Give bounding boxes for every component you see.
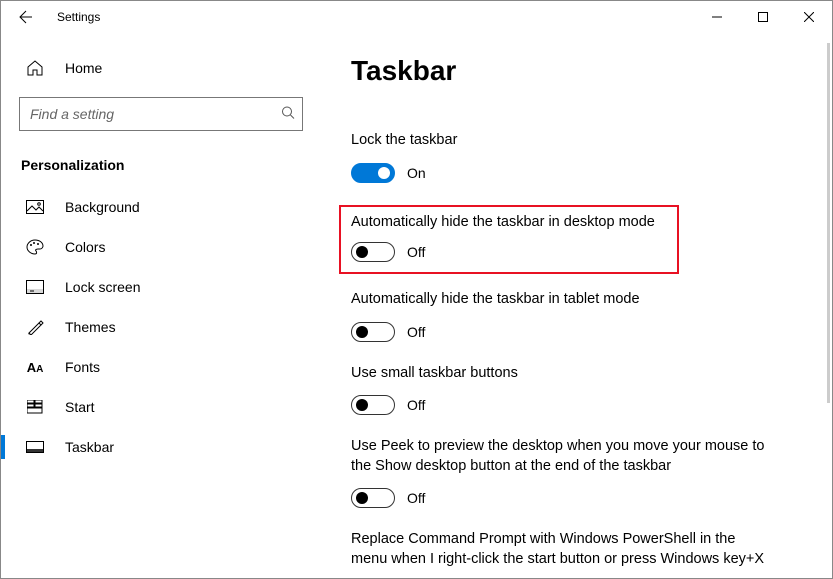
page-title: Taskbar (351, 55, 802, 87)
toggle-state: Off (407, 244, 425, 260)
nav-label: Lock screen (65, 279, 140, 295)
app-title: Settings (57, 10, 100, 24)
toggle-small-buttons[interactable] (351, 395, 395, 415)
toggle-state: On (407, 165, 426, 181)
nav-label: Start (65, 399, 95, 415)
sidebar-item-themes[interactable]: Themes (1, 307, 321, 347)
setting-small-buttons: Use small taskbar buttons Off (351, 364, 771, 416)
palette-icon (25, 239, 45, 255)
setting-label: Use Peek to preview the desktop when you… (351, 437, 771, 476)
start-icon (25, 400, 45, 414)
sidebar-item-taskbar[interactable]: Taskbar (1, 427, 321, 467)
taskbar-icon (25, 441, 45, 453)
search-input[interactable] (19, 97, 303, 131)
close-icon (804, 12, 814, 22)
lockscreen-icon (25, 280, 45, 294)
toggle-auto-hide-tablet[interactable] (351, 322, 395, 342)
window-controls (694, 1, 832, 33)
setting-peek: Use Peek to preview the desktop when you… (351, 437, 771, 508)
sidebar-item-start[interactable]: Start (1, 387, 321, 427)
toggle-state: Off (407, 397, 425, 413)
section-header: Personalization (1, 149, 321, 187)
toggle-state: Off (407, 324, 425, 340)
sidebar: Home Personalization Background Colors L… (1, 33, 321, 578)
sidebar-item-background[interactable]: Background (1, 187, 321, 227)
fonts-icon: AA (25, 360, 45, 375)
search-icon (281, 106, 295, 123)
nav-label: Taskbar (65, 439, 114, 455)
minimize-button[interactable] (694, 1, 740, 33)
sidebar-item-home[interactable]: Home (1, 49, 321, 87)
minimize-icon (712, 12, 722, 22)
home-label: Home (65, 60, 102, 76)
toggle-peek[interactable] (351, 488, 395, 508)
nav-label: Background (65, 199, 140, 215)
setting-powershell: Replace Command Prompt with Windows Powe… (351, 530, 771, 569)
toggle-state: Off (407, 490, 425, 506)
setting-label: Replace Command Prompt with Windows Powe… (351, 530, 771, 569)
themes-icon (25, 319, 45, 335)
maximize-icon (758, 12, 768, 22)
toggle-lock-taskbar[interactable] (351, 163, 395, 183)
main-pane: Taskbar Lock the taskbar On Automaticall… (321, 33, 832, 578)
maximize-button[interactable] (740, 1, 786, 33)
toggle-auto-hide-desktop[interactable] (351, 242, 395, 262)
setting-auto-hide-tablet: Automatically hide the taskbar in tablet… (351, 290, 771, 342)
picture-icon (25, 200, 45, 214)
setting-label: Use small taskbar buttons (351, 364, 771, 384)
arrow-left-icon (17, 9, 33, 25)
nav-label: Themes (65, 319, 116, 335)
back-button[interactable] (9, 1, 41, 33)
sidebar-item-colors[interactable]: Colors (1, 227, 321, 267)
setting-label: Automatically hide the taskbar in deskto… (351, 213, 667, 233)
close-button[interactable] (786, 1, 832, 33)
setting-label: Automatically hide the taskbar in tablet… (351, 290, 771, 310)
home-icon (25, 59, 45, 77)
sidebar-item-lock-screen[interactable]: Lock screen (1, 267, 321, 307)
scrollbar[interactable] (827, 43, 830, 403)
titlebar: Settings (1, 1, 832, 33)
search-wrap (19, 97, 303, 131)
highlight-auto-hide-desktop: Automatically hide the taskbar in deskto… (339, 205, 679, 275)
nav-label: Fonts (65, 359, 100, 375)
setting-label: Lock the taskbar (351, 131, 771, 151)
setting-lock-taskbar: Lock the taskbar On (351, 131, 771, 183)
sidebar-item-fonts[interactable]: AA Fonts (1, 347, 321, 387)
nav-label: Colors (65, 239, 105, 255)
